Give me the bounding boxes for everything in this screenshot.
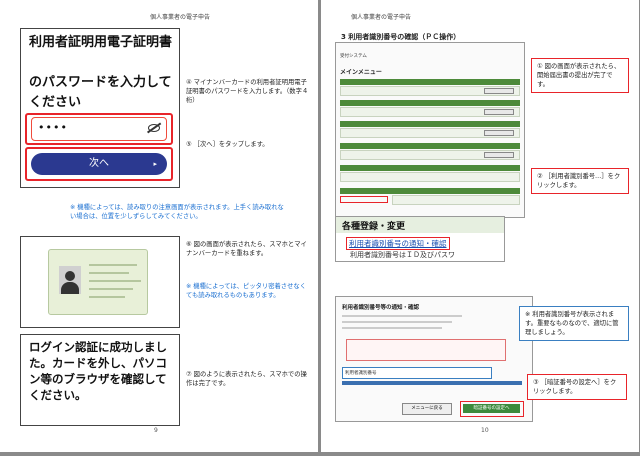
user-id-title: 利用者識別番号等の通知・確認 bbox=[342, 305, 420, 311]
right-page: 個人事業者の電子申告 3 利用者識別番号の確認（ＰＣ操作） 受付システム メイン… bbox=[321, 0, 639, 452]
eye-off-icon[interactable] bbox=[148, 124, 160, 132]
password-highlight: •••• bbox=[25, 113, 173, 145]
callout-text: ※ 利用者識別番号が表示されます。重要なものなので、適切に管理しましょう。 bbox=[525, 311, 619, 336]
menu-title: メインメニュー bbox=[340, 69, 382, 76]
mynumber-card-image bbox=[48, 249, 148, 315]
callout-marker: ① bbox=[537, 63, 543, 70]
page-number: 10 bbox=[481, 427, 489, 434]
card-line bbox=[89, 264, 137, 266]
callout-3: ※ 利用者識別番号が表示されます。重要なものなので、適切に管理しましょう。 bbox=[519, 306, 629, 341]
step-4: ④ マイナンバーカードの利用者証明用電子証明書のパスワードを入力します。（数字４… bbox=[186, 78, 312, 105]
phone-password-screen: 利用者証明用電子証明書 のパスワードを入力してください •••• 次へ ▸ bbox=[20, 28, 180, 188]
document-spread: 個人事業者の電子申告 利用者証明用電子証明書 のパスワードを入力してください •… bbox=[0, 0, 640, 456]
next-button-label: 次へ bbox=[89, 158, 109, 169]
menu-section-bar bbox=[340, 165, 520, 171]
card-line bbox=[89, 280, 141, 282]
user-id-link[interactable]: 利用者識別番号の通知・確認 bbox=[346, 237, 450, 250]
zoom-heading: 各種登録・変更 bbox=[342, 222, 406, 232]
login-success-text: ログイン認証に成功しました。カードを外し、パソコン等のブラウザを確認してください… bbox=[29, 340, 167, 402]
menu-section-bar bbox=[340, 188, 520, 194]
password-input[interactable]: •••• bbox=[31, 117, 167, 141]
zoom-panel: 各種登録・変更 利用者識別番号の通知・確認 利用者識別番号はＩＤ及びパスワ bbox=[335, 216, 505, 262]
menu-row bbox=[392, 195, 520, 205]
set-pin-highlight: 暗証番号の設定へ bbox=[460, 401, 524, 417]
menu-row-button[interactable] bbox=[484, 152, 514, 158]
system-name: 受付システム bbox=[340, 54, 367, 59]
menu-section-bar bbox=[340, 79, 520, 85]
step-marker: ⑦ bbox=[186, 371, 192, 378]
menu-row-button[interactable] bbox=[484, 130, 514, 136]
step-marker: ⑤ bbox=[186, 141, 192, 148]
callout-text: ［利用者識別番号…］をクリックします。 bbox=[537, 173, 621, 189]
step-text: マイナンバーカードの利用者証明用電子証明書のパスワードを入力します。（数字４桁） bbox=[186, 79, 309, 104]
section-title: 3 利用者識別番号の確認（ＰＣ操作） bbox=[341, 33, 461, 41]
step-text: ［次へ］をタップします。 bbox=[193, 141, 269, 148]
user-id-field-label: 利用者識別番号 bbox=[345, 371, 377, 376]
callout-text: 図の画面が表示されたら、開始届出書の提出が完了です。 bbox=[537, 63, 621, 88]
user-id-field-box: 利用者識別番号 bbox=[342, 367, 492, 379]
step-6: ⑥ 図の画面が表示されたら、スマホとマイナンバーカードを重ねます。 bbox=[186, 240, 312, 258]
callout-marker: ② bbox=[537, 173, 543, 180]
note-card-contact: ※ 機種によっては、ピッタリ密着させなくても読み取れるものもあります。 bbox=[186, 283, 306, 299]
back-to-menu-button[interactable]: メニューに戻る bbox=[402, 403, 452, 415]
phone-login-success-screen: ログイン認証に成功しました。カードを外し、パソコン等のブラウザを確認してください… bbox=[20, 334, 180, 426]
card-line bbox=[89, 296, 125, 298]
zoom-subtext: 利用者識別番号はＩＤ及びパスワ bbox=[350, 251, 455, 259]
menu-section-bar bbox=[340, 121, 520, 127]
callout-text: ［暗証番号の設定へ］をクリックします。 bbox=[533, 379, 617, 395]
text-line bbox=[342, 315, 462, 317]
left-page: 個人事業者の電子申告 利用者証明用電子証明書 のパスワードを入力してください •… bbox=[0, 0, 318, 452]
page-number: 9 bbox=[154, 427, 158, 434]
page-header: 個人事業者の電子申告 bbox=[150, 14, 211, 21]
menu-section-bar bbox=[340, 143, 520, 149]
person-body-icon bbox=[61, 282, 79, 294]
callout-4: ③ ［暗証番号の設定へ］をクリックします。 bbox=[527, 374, 627, 400]
step-marker: ④ bbox=[186, 79, 192, 86]
callout-1: ① 図の画面が表示されたら、開始届出書の提出が完了です。 bbox=[531, 58, 629, 93]
menu-row-button[interactable] bbox=[484, 109, 514, 115]
callout-marker: ③ bbox=[533, 379, 539, 386]
user-id-screenshot: 利用者識別番号等の通知・確認 利用者識別番号 メニューに戻る 暗証番号の設定へ bbox=[335, 296, 533, 422]
card-photo bbox=[59, 266, 81, 294]
step-7: ⑦ 図のように表示されたら、スマホでの操作は完了です。 bbox=[186, 370, 312, 388]
card-line bbox=[89, 288, 133, 290]
step-5: ⑤ ［次へ］をタップします。 bbox=[186, 140, 312, 149]
page-header: 個人事業者の電子申告 bbox=[351, 14, 412, 21]
step-marker: ⑥ bbox=[186, 241, 192, 248]
text-line bbox=[342, 321, 452, 323]
set-pin-button[interactable]: 暗証番号の設定へ bbox=[463, 404, 520, 413]
note-scan-warning: ※ 機種によっては、読み取りの注意画面が表示されます。上手く読み取れない場合は、… bbox=[70, 204, 284, 220]
step-text: 図の画面が表示されたら、スマホとマイナンバーカードを重ねます。 bbox=[186, 241, 307, 257]
menu-row-button[interactable] bbox=[484, 88, 514, 94]
card-line bbox=[89, 272, 129, 274]
callout-2: ② ［利用者識別番号…］をクリックします。 bbox=[531, 168, 629, 194]
password-mask: •••• bbox=[38, 121, 68, 134]
password-screen-title: 利用者証明用電子証明書 bbox=[29, 35, 173, 50]
menu-section-bar bbox=[340, 100, 520, 106]
divider-bar bbox=[342, 381, 522, 385]
step-text: 図のように表示されたら、スマホでの操作は完了です。 bbox=[186, 371, 307, 387]
password-screen-subtitle: のパスワードを入力してください bbox=[29, 75, 172, 110]
notice-box bbox=[346, 339, 506, 361]
next-button[interactable]: 次へ ▸ bbox=[31, 153, 167, 175]
next-arrow-icon: ▸ bbox=[153, 160, 157, 168]
next-highlight: 次へ ▸ bbox=[25, 147, 173, 181]
menu-link-highlight[interactable] bbox=[340, 196, 388, 203]
text-line bbox=[342, 327, 442, 329]
person-head-icon bbox=[65, 271, 75, 281]
main-menu-screenshot: 受付システム メインメニュー bbox=[335, 42, 525, 218]
menu-row bbox=[340, 172, 520, 182]
